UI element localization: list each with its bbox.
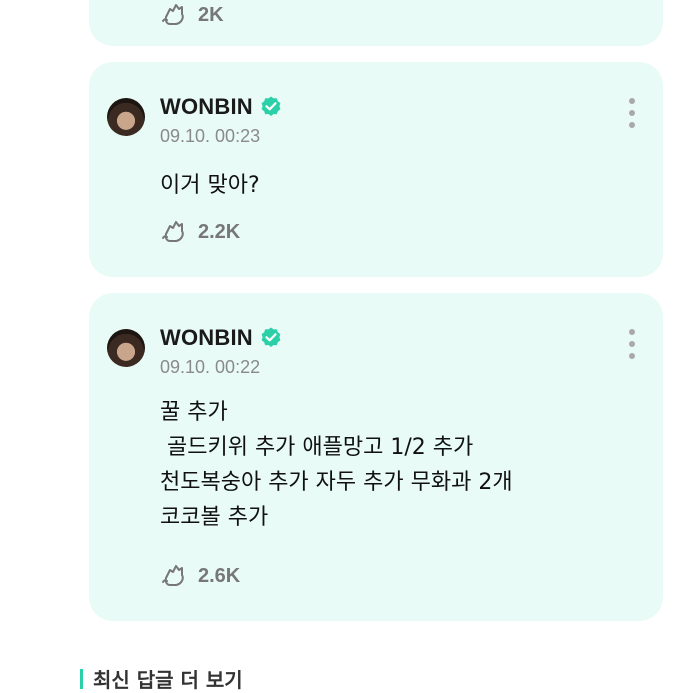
more-options-icon[interactable]: [625, 98, 639, 128]
reaction-icon: [162, 565, 184, 586]
post-card-partial: 2K: [89, 0, 663, 46]
author-name[interactable]: WONBIN: [160, 94, 253, 120]
avatar[interactable]: [107, 329, 145, 367]
author: WONBIN: [160, 94, 283, 120]
author: WONBIN: [160, 325, 283, 351]
reaction-count: 2K: [198, 3, 224, 26]
reaction-icon: [162, 221, 184, 242]
more-options-icon[interactable]: [625, 329, 639, 359]
post-text: 꿀 추가 골드키위 추가 애플망고 1/2 추가 천도복숭아 추가 자두 추가 …: [160, 400, 513, 530]
reaction-button[interactable]: 2.6K: [160, 561, 240, 591]
reaction-button[interactable]: 2K: [160, 0, 224, 30]
reaction-count: 2.6K: [198, 564, 241, 587]
author-name[interactable]: WONBIN: [160, 325, 253, 351]
accent-bar: [80, 668, 83, 689]
post-card: WONBIN 09.10. 00:22 꿀 추가 골드키위 추가 애플망고 1/…: [89, 293, 663, 621]
timestamp: 09.10. 00:22: [160, 357, 261, 377]
post-text: 이거 맞아?: [160, 173, 260, 198]
timestamp: 09.10. 00:23: [160, 126, 261, 146]
post-card: WONBIN 09.10. 00:23 이거 맞아? 2.2K: [89, 62, 663, 277]
verified-badge-icon: [261, 327, 281, 347]
reaction-count: 2.2K: [198, 220, 241, 243]
reaction-button[interactable]: 2.2K: [160, 217, 240, 247]
avatar[interactable]: [107, 98, 145, 136]
verified-badge-icon: [261, 96, 281, 116]
more-replies-label: 최신 답글 더 보기: [93, 668, 243, 692]
reaction-icon: [162, 4, 184, 25]
more-replies-link[interactable]: 최신 답글 더 보기: [80, 664, 243, 693]
